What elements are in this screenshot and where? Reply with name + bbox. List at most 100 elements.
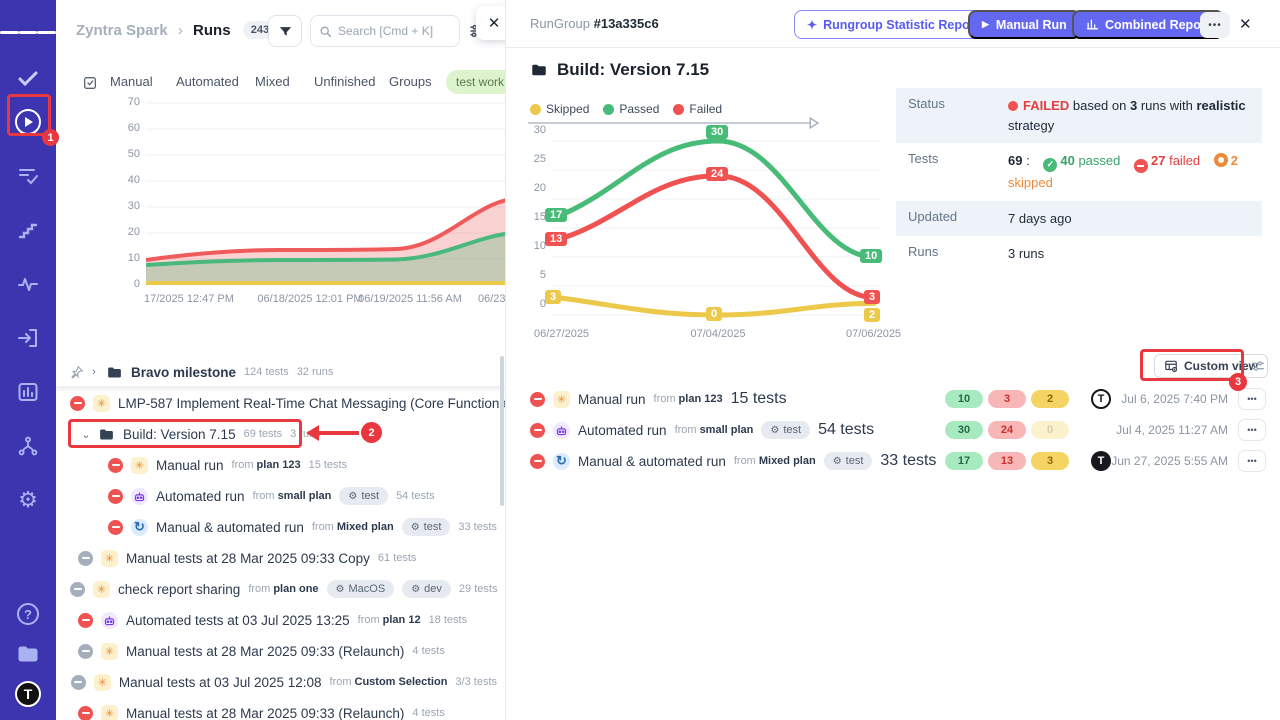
tab-groups[interactable]: Groups: [389, 74, 432, 89]
breadcrumb: Zyntra Spark › Runs 243: [76, 22, 277, 39]
close-detail-icon[interactable]: [1239, 15, 1252, 33]
row-tests: 124 tests: [244, 366, 289, 378]
row-title[interactable]: LMP-587 Implement Real-Time Chat Messagi…: [118, 396, 505, 411]
result-pills: 30 24 0: [945, 421, 1074, 439]
detail-run-row[interactable]: Manual run fromplan 123 15 tests 10 3 2 …: [506, 385, 1280, 413]
detail-run-row[interactable]: Automated run fromsmall plan test 54 tes…: [506, 416, 1280, 444]
failed-pill: 3: [988, 390, 1026, 408]
menu-icon[interactable]: [0, 14, 56, 50]
plans-list-check-icon[interactable]: [0, 158, 56, 194]
breadcrumb-project[interactable]: Zyntra Spark: [76, 22, 168, 39]
row-tests: 54 tests: [818, 421, 874, 439]
env-chip: dev: [402, 580, 451, 598]
result-pills: 10 3 2: [945, 390, 1074, 408]
tab-automated[interactable]: Automated: [176, 74, 239, 89]
skipped-point-label: 3: [545, 290, 561, 304]
assignee-avatar[interactable]: T: [1091, 389, 1111, 409]
close-panel-button[interactable]: [476, 6, 506, 40]
tests-row: Tests 69 : 40 passed 27 failed 2 skipped: [896, 143, 1262, 201]
failed-point-label: 24: [706, 167, 728, 181]
env-chip: test: [824, 452, 873, 470]
tab-unfinished[interactable]: Unfinished: [314, 74, 375, 89]
row-title[interactable]: Manual & automated run: [578, 454, 726, 469]
breadcrumb-section[interactable]: Runs: [193, 22, 231, 39]
projects-folder-icon[interactable]: [0, 636, 56, 672]
row-title[interactable]: Manual run: [156, 458, 224, 473]
run-row[interactable]: LMP-587 Implement Real-Time Chat Messagi…: [56, 389, 505, 417]
status-value: FAILED: [1023, 98, 1069, 113]
run-row[interactable]: check report sharing fromplan one MacOS …: [56, 575, 505, 603]
assignee-avatar[interactable]: T: [1091, 451, 1111, 471]
run-row[interactable]: Manual tests at 28 Mar 2025 09:33 (Relau…: [56, 699, 505, 720]
row-tests: 29 tests: [459, 583, 498, 595]
tests-check-icon[interactable]: [0, 60, 56, 96]
help-icon[interactable]: ?: [0, 596, 56, 632]
tab-mixed[interactable]: Mixed: [255, 74, 290, 89]
row-more-button[interactable]: [1238, 388, 1266, 410]
row-more-button[interactable]: [1238, 419, 1266, 441]
analytics-chart-icon[interactable]: [0, 374, 56, 410]
milestones-stairs-icon[interactable]: [0, 212, 56, 248]
list-settings-sliders-icon[interactable]: [1250, 358, 1266, 374]
row-title[interactable]: Automated run: [156, 489, 245, 504]
tag-filter-pill[interactable]: test work: [446, 70, 506, 94]
failed-status-icon: [108, 489, 123, 504]
row-title[interactable]: Manual tests at 03 Jul 2025 12:08: [119, 675, 322, 690]
run-row[interactable]: Manual tests at 03 Jul 2025 12:08 fromCu…: [56, 668, 505, 696]
row-more-button[interactable]: [1238, 450, 1266, 472]
y-tick: 0: [528, 298, 546, 310]
failed-point-label: 13: [545, 232, 567, 246]
search-input[interactable]: [338, 24, 448, 38]
run-row[interactable]: Manual run fromplan 123 15 tests: [56, 451, 505, 479]
row-title[interactable]: Manual run: [578, 392, 646, 407]
user-avatar[interactable]: T: [0, 676, 56, 712]
milestone-row[interactable]: › Bravo milestone 124 tests 32 runs: [56, 358, 505, 386]
failed-legend-dot: [673, 104, 684, 115]
row-title[interactable]: Manual tests at 28 Mar 2025 09:33 (Relau…: [126, 644, 404, 659]
row-title[interactable]: Automated run: [578, 423, 667, 438]
annotation-box-1: [7, 94, 51, 136]
run-row[interactable]: Manual tests at 28 Mar 2025 09:33 Copy 6…: [56, 544, 505, 572]
pin-icon: [70, 365, 84, 379]
y-tick: 50: [116, 148, 140, 160]
x-tick: 06/19/2025 11:56 AM: [358, 293, 462, 305]
more-actions-button[interactable]: [1200, 12, 1230, 38]
run-date: Jul 4, 2025 11:27 AM: [1116, 423, 1228, 437]
automated-run-icon: [101, 612, 118, 629]
scrollbar-thumb[interactable]: [500, 356, 504, 506]
row-title[interactable]: Manual & automated run: [156, 520, 304, 535]
branches-icon[interactable]: [0, 428, 56, 464]
run-row[interactable]: Automated tests at 03 Jul 2025 13:25 fro…: [56, 606, 505, 634]
run-row[interactable]: Automated run fromsmall plan test 54 tes…: [56, 482, 505, 510]
row-title[interactable]: Manual tests at 28 Mar 2025 09:33 Copy: [126, 551, 370, 566]
chevron-right-icon[interactable]: ›: [86, 366, 102, 378]
bar-chart-icon: [1086, 18, 1099, 31]
select-all-icon[interactable]: [82, 75, 98, 91]
manual-run-button[interactable]: Manual Run: [968, 10, 1081, 39]
row-title[interactable]: Automated tests at 03 Jul 2025 13:25: [126, 613, 350, 628]
failed-pill: 24: [988, 421, 1026, 439]
tab-manual[interactable]: Manual: [110, 74, 153, 89]
row-title[interactable]: Manual tests at 28 Mar 2025 09:33 (Relau…: [126, 706, 404, 720]
x-tick: 17/2025 12:47 PM: [144, 293, 234, 305]
row-title[interactable]: Bravo milestone: [131, 365, 236, 380]
filter-button[interactable]: [268, 15, 302, 47]
manual-run-icon: [101, 550, 118, 567]
x-tick: 07/06/2025: [846, 328, 901, 340]
manual-run-icon: [94, 674, 111, 691]
row-title[interactable]: check report sharing: [118, 582, 240, 597]
settings-gear-icon[interactable]: ⚙: [0, 482, 56, 518]
search-box[interactable]: [310, 15, 460, 47]
run-row[interactable]: Manual & automated run fromMixed plan te…: [56, 513, 505, 541]
manual-run-icon: [93, 581, 110, 598]
rungroup-statistic-report-button[interactable]: Rungroup Statistic Report: [794, 10, 992, 39]
run-row[interactable]: Manual tests at 28 Mar 2025 09:33 (Relau…: [56, 637, 505, 665]
row-tests: 33 tests: [458, 521, 497, 533]
pull-requests-icon[interactable]: [0, 320, 56, 356]
failed-status-icon: [70, 396, 85, 411]
activity-pulse-icon[interactable]: [0, 266, 56, 302]
failed-status-icon: [530, 392, 545, 407]
failed-status-icon: [530, 423, 545, 438]
detail-run-row[interactable]: Manual & automated run fromMixed plan te…: [506, 447, 1280, 475]
runs-history-chart: 70 60 50 40 30 20 10 0 17/2025 12:47 PM …: [116, 100, 506, 312]
